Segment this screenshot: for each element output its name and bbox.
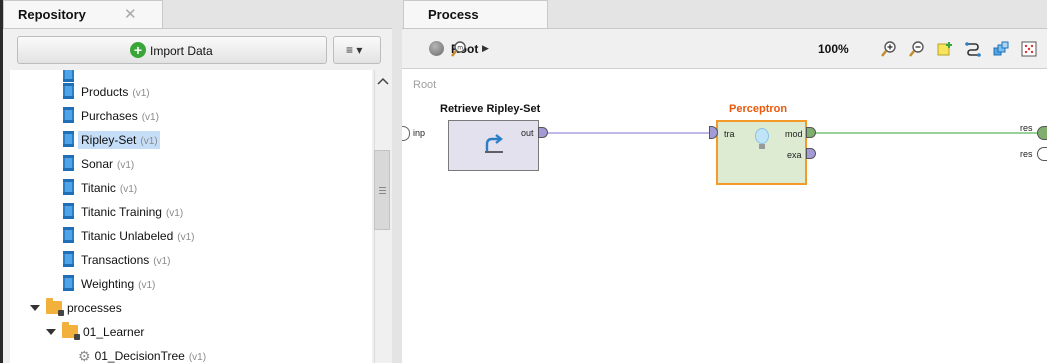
result-port-label: res (1020, 123, 1033, 133)
folder-01-learner[interactable]: 01_Learner (46, 320, 144, 344)
list-item[interactable]: Transactions (v1) (63, 248, 170, 272)
retrieve-icon (485, 134, 503, 153)
database-icon (63, 203, 74, 219)
mod-port-label: mod (785, 129, 803, 139)
repository-menu-button[interactable]: ≡ ▾ (333, 36, 381, 64)
list-item[interactable]: Titanic Training (v1) (63, 200, 183, 224)
list-item[interactable]: Products (v1) (63, 80, 150, 104)
retrieve-operator[interactable]: out (448, 120, 539, 171)
root-process-icon (429, 41, 444, 56)
auto-wire-icon[interactable] (965, 41, 981, 57)
panel-edge (0, 0, 3, 363)
repository-tree: Products (v1) Purchases (v1) Ripley-Set (v1… (10, 70, 372, 363)
folder-processes[interactable]: processes (30, 296, 122, 320)
item-label: Products (81, 85, 129, 99)
process-tab-title: Process (428, 7, 479, 22)
item-version: (v1) (140, 136, 158, 147)
database-icon (63, 251, 74, 267)
svg-text:m: m (457, 45, 463, 52)
exa-port-label: exa (787, 150, 802, 160)
item-label: Titanic Unlabeled (81, 229, 174, 243)
item-version: (v1) (119, 184, 138, 195)
zoom-fit-icon[interactable]: m (451, 41, 467, 57)
item-label: Purchases (81, 109, 138, 123)
item-version: (v1) (132, 88, 150, 99)
add-note-icon[interactable] (937, 41, 953, 57)
gear-icon: ⚙ (78, 348, 91, 363)
item-version: (v1) (188, 352, 207, 363)
database-icon (63, 131, 74, 147)
tra-port-label: tra (724, 129, 735, 139)
perceptron-operator[interactable]: tra mod exa (716, 120, 807, 185)
import-data-label: Import Data (150, 44, 213, 58)
zoom-level: 100% (818, 42, 849, 56)
input-port-label: inp (413, 128, 426, 138)
item-label: Sonar (81, 157, 114, 171)
database-icon (63, 275, 74, 291)
result-port-2[interactable] (1037, 147, 1047, 161)
selection-highlight: Ripley-Set (v1) (78, 131, 160, 149)
list-item[interactable]: Purchases (v1) (63, 104, 159, 128)
tab-repository[interactable]: Repository ✕ (3, 0, 163, 28)
item-version: (v1) (138, 280, 156, 291)
import-data-button[interactable]: + Import Data (17, 36, 327, 64)
out-port-label: out (521, 128, 534, 138)
folder-lock-icon (46, 298, 64, 316)
folder-lock-icon (62, 322, 80, 340)
zoom-out-icon[interactable] (909, 41, 925, 57)
database-icon (63, 155, 74, 171)
plus-icon: + (130, 42, 146, 58)
item-label: Titanic (81, 181, 116, 195)
database-icon (63, 227, 74, 243)
database-icon (63, 107, 74, 123)
list-item[interactable]: Titanic (v1) (63, 176, 137, 200)
list-item[interactable]: Weighting (v1) (63, 272, 155, 296)
item-version: (v1) (153, 256, 171, 267)
tab-process[interactable]: Process (403, 0, 548, 28)
result-port-1[interactable] (1037, 126, 1047, 140)
repository-tab-title: Repository (18, 7, 86, 22)
hamburger-dropdown-icon: ≡ ▾ (346, 43, 363, 57)
item-version: (v1) (177, 232, 195, 243)
breadcrumb-arrow-icon[interactable]: ▶ (482, 43, 489, 54)
item-label: Ripley-Set (81, 133, 137, 147)
list-item[interactable]: Sonar (v1) (63, 152, 134, 176)
item-label: Weighting (81, 277, 135, 291)
zoom-in-icon[interactable] (881, 41, 897, 57)
database-icon (63, 83, 74, 99)
expand-arrow-icon[interactable] (46, 329, 56, 335)
scrollbar-thumb[interactable] (374, 150, 390, 230)
fit-to-screen-icon[interactable] (1021, 41, 1037, 57)
list-item-selected[interactable]: Ripley-Set (v1) (63, 128, 160, 152)
canvas-root-label: Root (413, 79, 437, 91)
panel-divider[interactable] (392, 0, 402, 363)
item-version: (v1) (165, 208, 184, 219)
folder-label: processes (67, 301, 122, 315)
arrange-operators-icon[interactable] (993, 41, 1009, 57)
folder-label: 01_Learner (83, 325, 145, 339)
expand-arrow-icon[interactable] (30, 305, 40, 311)
list-item[interactable]: Titanic Unlabeled (v1) (63, 224, 195, 248)
process-01-decisiontree[interactable]: ⚙ 01_DecisionTree (v1) (78, 344, 206, 363)
lightbulb-icon (755, 128, 769, 149)
database-icon (63, 179, 74, 195)
retrieve-operator-title[interactable]: Retrieve Ripley-Set (440, 103, 540, 115)
item-version: (v1) (117, 160, 135, 171)
close-icon[interactable]: ✕ (124, 5, 137, 23)
perceptron-operator-title[interactable]: Perceptron (729, 103, 787, 115)
item-label: Transactions (81, 253, 150, 267)
result-port-label: res (1020, 149, 1033, 159)
scroll-up-icon[interactable] (377, 76, 389, 86)
item-label: 01_DecisionTree (94, 349, 185, 363)
item-label: Titanic Training (81, 205, 162, 219)
item-version: (v1) (141, 112, 159, 123)
